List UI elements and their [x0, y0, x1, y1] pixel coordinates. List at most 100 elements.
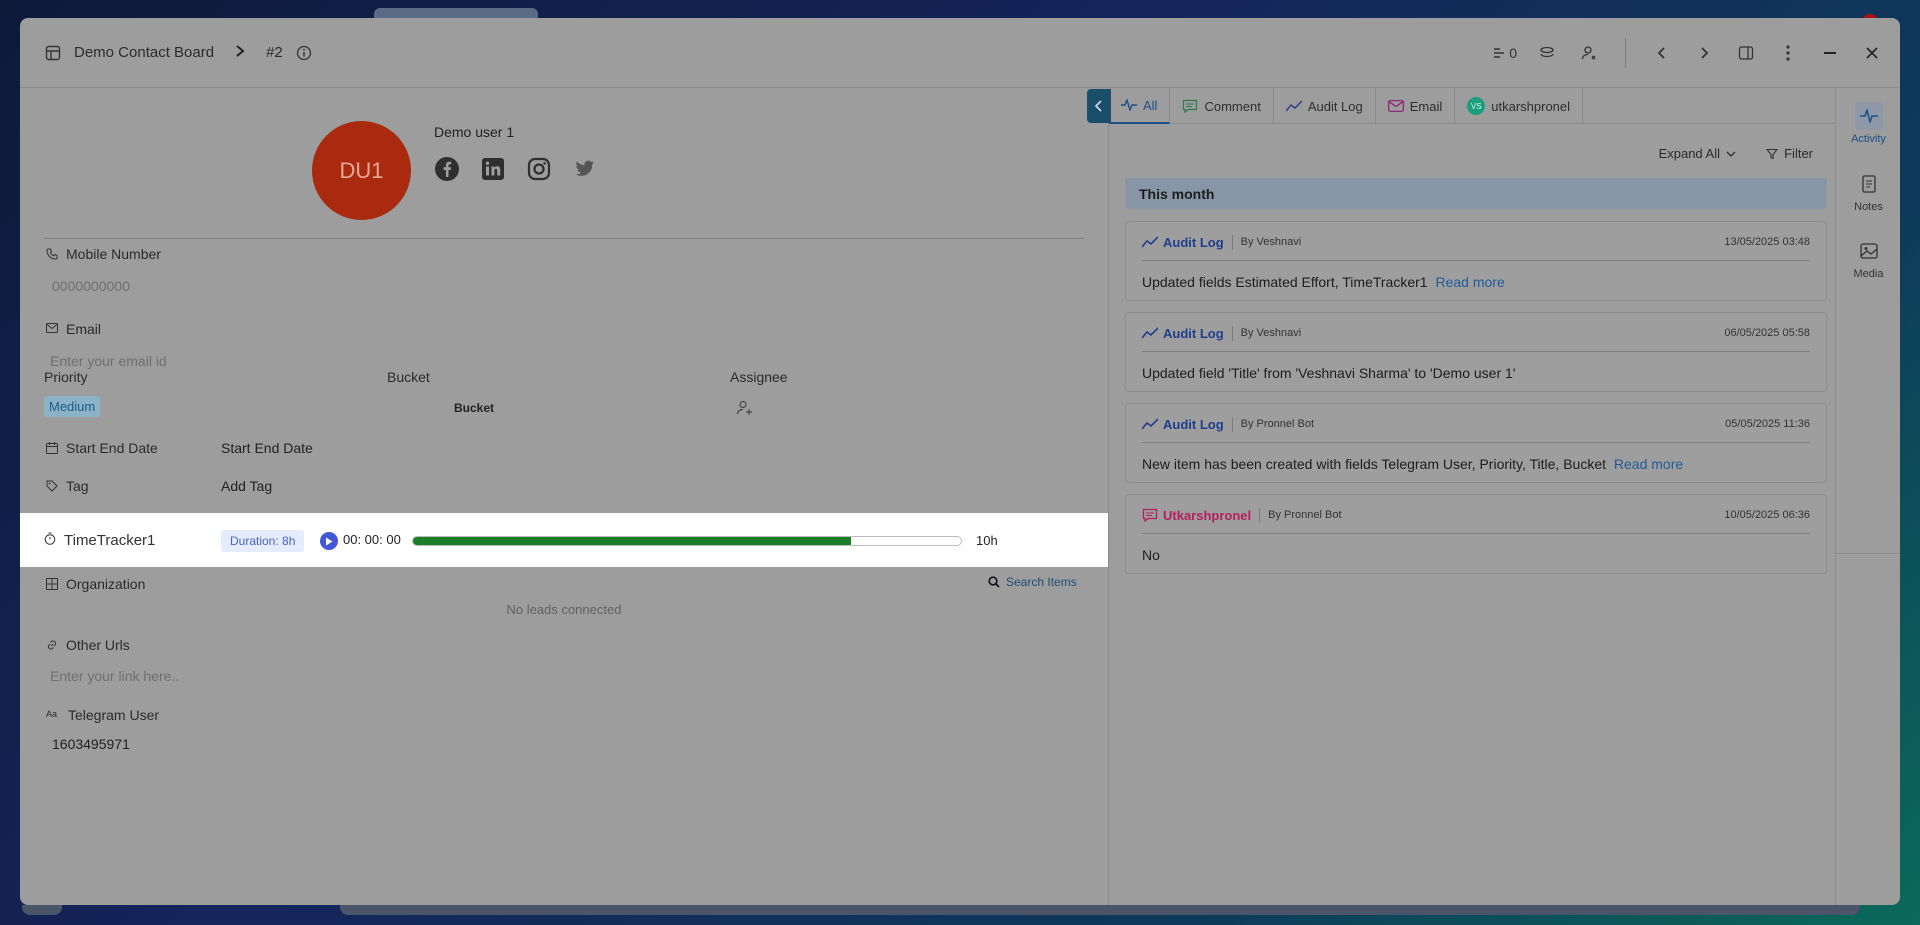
divider	[44, 238, 1084, 239]
audit-log-icon	[1285, 100, 1302, 112]
stopwatch-icon	[44, 532, 56, 549]
expand-all-label: Expand All	[1658, 146, 1720, 161]
link-icon	[1494, 48, 1505, 58]
tab-label: Email	[1409, 98, 1443, 114]
header-actions: 0	[1491, 18, 1884, 88]
read-more-link[interactable]: Read more	[1435, 274, 1504, 290]
tab-label: utkarshpronel	[1491, 98, 1571, 114]
search-items-button[interactable]: Search Items	[988, 575, 1077, 589]
email-field[interactable]: Enter your email id	[50, 353, 167, 369]
activity-card-header: Audit Log By Veshnavi 06/05/2025 05:58	[1142, 323, 1810, 343]
item-id: #2	[266, 44, 283, 61]
start-end-date-label: Start End Date	[46, 440, 158, 456]
bucket-label: Bucket	[387, 369, 430, 385]
activity-text: New item has been created with fields Te…	[1142, 456, 1810, 472]
instagram-icon[interactable]	[526, 156, 552, 182]
item-detail-modal: Demo Contact Board #2 0 DU1 Demo user 1 …	[20, 18, 1900, 905]
comment-icon	[1183, 99, 1198, 113]
layers-icon[interactable]	[1535, 41, 1559, 65]
activity-text: Updated fields Estimated Effort, TimeTra…	[1142, 274, 1810, 290]
telegram-user-value[interactable]: 1603495971	[52, 736, 130, 752]
tab-utkarshpronel[interactable]: VS utkarshpronel	[1455, 88, 1584, 124]
field-label-text: Email	[66, 321, 102, 337]
no-leads-message: No leads connected	[506, 602, 622, 617]
side-panel-toggle-icon[interactable]	[1734, 41, 1758, 65]
mobile-number-label: Mobile Number	[46, 246, 161, 262]
breadcrumb: Demo Contact Board #2	[44, 42, 313, 63]
audit-log-icon	[1142, 327, 1158, 339]
activity-date: 06/05/2025 05:58	[1724, 327, 1810, 339]
image-icon	[1855, 237, 1883, 265]
previous-item-button[interactable]	[1650, 41, 1674, 65]
other-urls-input[interactable]: Enter your link here..	[50, 668, 179, 684]
tab-all[interactable]: All	[1109, 88, 1171, 124]
duration-chip[interactable]: Duration: 8h	[221, 530, 305, 552]
activity-card[interactable]: Audit Log By Veshnavi 06/05/2025 05:58 U…	[1125, 312, 1827, 392]
activity-card[interactable]: Audit Log By Pronnel Bot 05/05/2025 11:3…	[1125, 403, 1827, 483]
more-options-icon[interactable]	[1776, 41, 1800, 65]
background-window-edge	[22, 905, 62, 915]
facebook-icon[interactable]	[434, 156, 460, 182]
item-title[interactable]: Demo user 1	[434, 124, 514, 140]
add-assignee-icon[interactable]	[736, 399, 754, 422]
chevron-right-icon	[234, 42, 246, 63]
activity-card-header: Audit Log By Pronnel Bot 05/05/2025 11:3…	[1142, 414, 1810, 434]
item-fields-panel: DU1 Demo user 1 Mobile Number 0000000000	[20, 88, 1108, 905]
activity-author: By Pronnel Bot	[1240, 418, 1315, 430]
assignee-label: Assignee	[730, 369, 788, 385]
activity-author: By Pronnel Bot	[1268, 509, 1342, 521]
activity-card[interactable]: Audit Log By Veshnavi 13/05/2025 03:48 U…	[1125, 221, 1827, 301]
tab-label: All	[1143, 97, 1158, 113]
timer-readout: 00: 00: 00	[343, 532, 401, 547]
close-icon[interactable]	[1860, 41, 1884, 65]
tag-label: Tag	[46, 478, 89, 494]
tab-email[interactable]: Email	[1376, 88, 1456, 124]
play-timer-button[interactable]	[320, 532, 338, 550]
bucket-value[interactable]: Bucket	[454, 401, 494, 415]
start-end-date-value[interactable]: Start End Date	[221, 440, 313, 456]
social-links	[434, 156, 598, 182]
activity-kind: Audit Log	[1142, 416, 1233, 432]
avatar[interactable]: DU1	[312, 121, 411, 220]
divider	[1142, 351, 1810, 352]
play-icon	[326, 537, 333, 545]
chevron-down-icon	[1726, 151, 1736, 157]
rail-media[interactable]: Media	[1836, 237, 1900, 280]
rail-activity[interactable]: Activity	[1836, 102, 1900, 145]
next-item-button[interactable]	[1692, 41, 1716, 65]
tab-label: Audit Log	[1307, 98, 1363, 114]
tab-audit-log[interactable]: Audit Log	[1274, 88, 1376, 124]
linkedin-icon[interactable]	[480, 156, 506, 182]
progress-max: 10h	[976, 533, 998, 548]
tab-comment[interactable]: Comment	[1170, 88, 1274, 124]
filter-count-button[interactable]: 0	[1491, 45, 1517, 61]
minimize-icon[interactable]	[1818, 41, 1842, 65]
add-tag-button[interactable]: Add Tag	[221, 478, 272, 494]
grid-icon	[46, 578, 58, 590]
activity-card[interactable]: Utkarshpronel By Pronnel Bot 10/05/2025 …	[1125, 494, 1827, 574]
activity-date: 13/05/2025 03:48	[1724, 236, 1810, 248]
notes-icon	[1855, 170, 1883, 198]
filter-count: 0	[1509, 45, 1517, 61]
tab-label: Comment	[1204, 98, 1261, 114]
priority-badge[interactable]: Medium	[44, 396, 101, 417]
activity-kind-label: Audit Log	[1163, 325, 1224, 341]
activity-kind-label: Audit Log	[1163, 416, 1224, 432]
field-label-text: Tag	[66, 478, 89, 494]
user-assign-icon[interactable]	[1577, 41, 1601, 65]
search-items-label: Search Items	[1006, 575, 1077, 589]
twitter-icon[interactable]	[572, 156, 598, 182]
read-more-link[interactable]: Read more	[1614, 456, 1683, 472]
filter-button[interactable]: Filter	[1766, 146, 1813, 161]
expand-all-button[interactable]: Expand All	[1659, 146, 1736, 161]
vs-avatar: VS	[1467, 97, 1486, 115]
board-name-link[interactable]: Demo Contact Board	[74, 44, 214, 61]
text-field-icon: Aa	[46, 709, 58, 719]
progress-bar	[412, 536, 962, 546]
calendar-icon	[46, 442, 58, 454]
activity-text-content: New item has been created with fields Te…	[1142, 456, 1607, 472]
mobile-number-input[interactable]: 0000000000	[52, 278, 130, 294]
collapse-panel-button[interactable]	[1087, 89, 1111, 123]
info-icon[interactable]	[295, 44, 313, 62]
rail-notes[interactable]: Notes	[1836, 170, 1900, 213]
